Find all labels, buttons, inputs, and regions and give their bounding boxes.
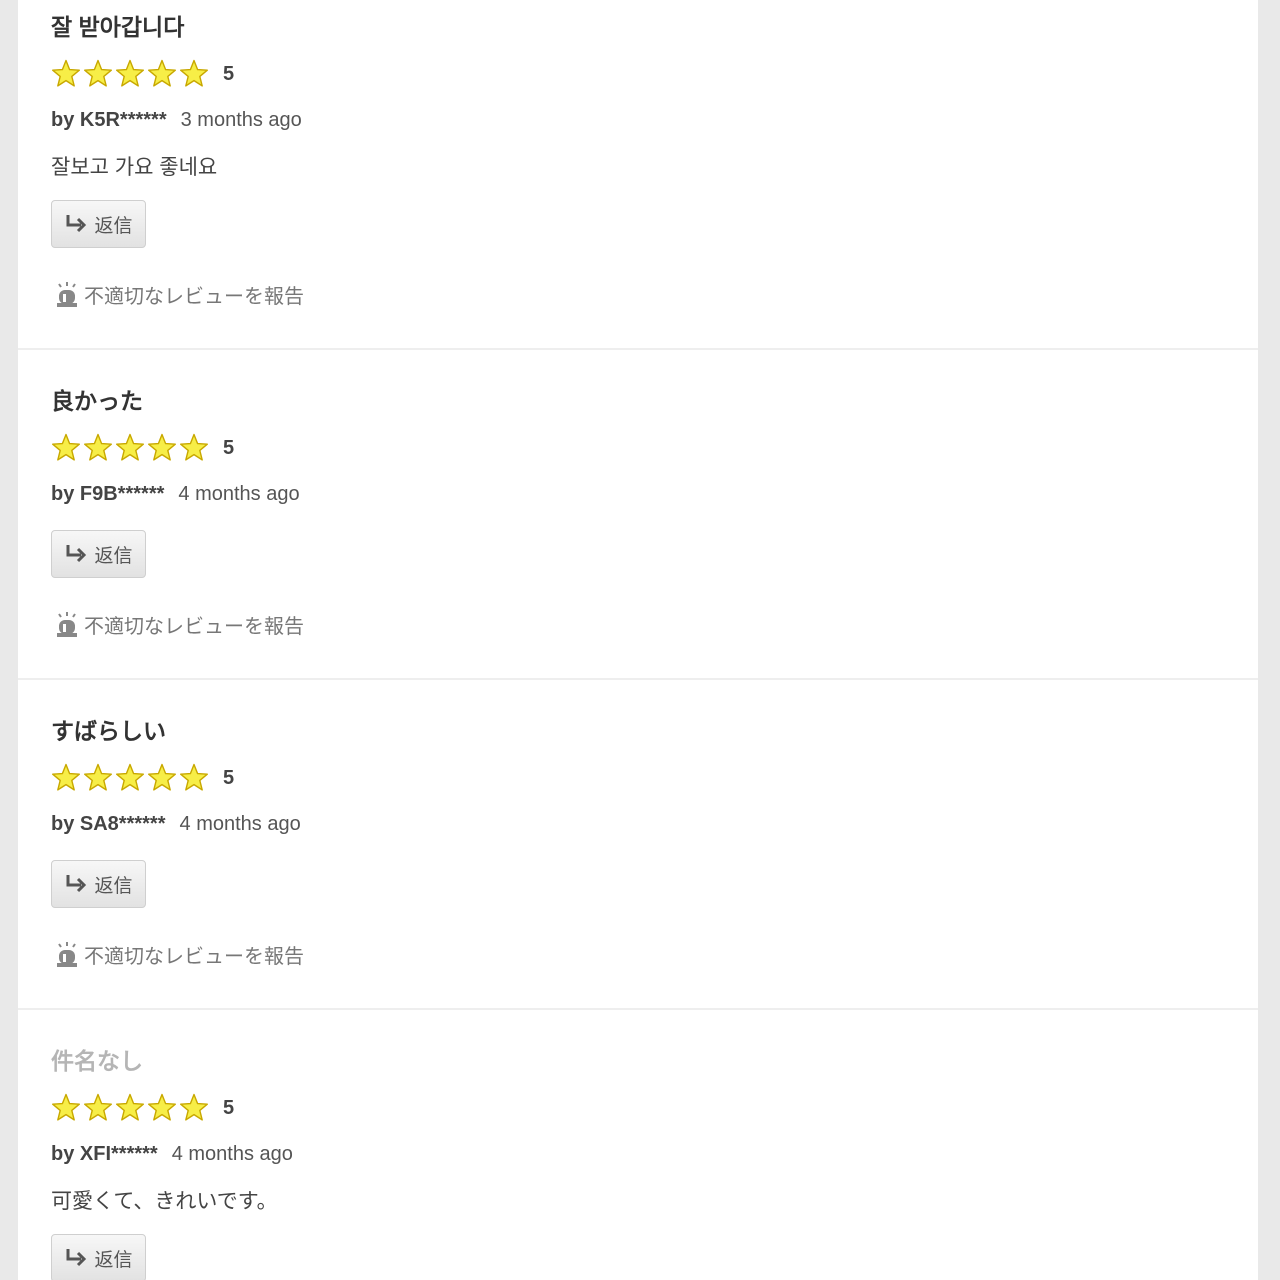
star-icon	[115, 433, 145, 463]
star-icon	[147, 433, 177, 463]
review-title: 件名なし	[51, 1048, 143, 1074]
report-label: 不適切なレビューを報告	[84, 286, 304, 308]
review-meta: by SA8****** 4 months ago	[51, 813, 301, 836]
star-icon	[83, 763, 113, 793]
reply-arrow-icon	[66, 875, 87, 893]
review-author: by F9B******	[51, 483, 165, 505]
report-link[interactable]: 不適切なレビューを報告	[56, 280, 304, 309]
star-icon	[179, 763, 209, 793]
star-icon	[83, 1093, 113, 1123]
report-label: 不適切なレビューを報告	[84, 946, 304, 968]
review-date: 4 months ago	[171, 1143, 293, 1165]
rating-value: 5	[223, 1096, 235, 1119]
siren-icon	[57, 941, 77, 967]
review-title: すばらしい	[51, 718, 166, 744]
star-icon	[147, 763, 177, 793]
rating-value: 5	[223, 62, 235, 85]
star-icon	[147, 1093, 177, 1123]
star-icon	[115, 763, 145, 793]
reply-button[interactable]: 返信	[51, 1234, 146, 1280]
rating-value: 5	[223, 436, 235, 459]
star-icon	[179, 1093, 209, 1123]
review-date: 4 months ago	[178, 483, 300, 505]
reply-label: 返信	[94, 875, 133, 897]
star-rating: 5	[51, 762, 234, 794]
reply-arrow-icon	[66, 215, 87, 233]
star-icon	[179, 59, 209, 89]
review-title: 잘 받아갑니다	[51, 14, 185, 40]
reviews-page: 잘 받아갑니다 5 by K5R****** 3 months ago 잘보고 가…	[18, 0, 1258, 1280]
rating-value: 5	[223, 766, 235, 789]
star-icon	[83, 433, 113, 463]
star-icon	[115, 59, 145, 89]
star-rating: 5	[51, 58, 234, 90]
review-card: 良かった 5 by F9B****** 4 months ago 返信 不適切なレ…	[18, 350, 1258, 680]
reply-arrow-icon	[66, 545, 87, 563]
siren-icon	[57, 611, 77, 637]
star-icon	[51, 1093, 81, 1123]
review-meta: by F9B****** 4 months ago	[51, 483, 300, 506]
review-author: by XFI******	[51, 1143, 158, 1165]
reply-label: 返信	[94, 1249, 133, 1271]
review-author: by K5R******	[51, 109, 167, 131]
review-card: 잘 받아갑니다 5 by K5R****** 3 months ago 잘보고 가…	[18, 0, 1258, 350]
siren-icon	[57, 281, 77, 307]
reply-label: 返信	[94, 215, 133, 237]
review-meta: by XFI****** 4 months ago	[51, 1143, 293, 1166]
reply-button[interactable]: 返信	[51, 860, 146, 908]
review-date: 4 months ago	[179, 813, 301, 835]
review-title: 良かった	[51, 388, 143, 414]
review-card: すばらしい 5 by SA8****** 4 months ago 返信 不適切な…	[18, 680, 1258, 1010]
star-icon	[115, 1093, 145, 1123]
review-date: 3 months ago	[180, 109, 302, 131]
review-author: by SA8******	[51, 813, 166, 835]
star-icon	[51, 763, 81, 793]
report-link[interactable]: 不適切なレビューを報告	[56, 940, 304, 969]
star-icon	[179, 433, 209, 463]
reply-button[interactable]: 返信	[51, 530, 146, 578]
reply-arrow-icon	[66, 1249, 87, 1267]
star-icon	[83, 59, 113, 89]
star-rating: 5	[51, 1092, 234, 1124]
reply-button[interactable]: 返信	[51, 200, 146, 248]
report-label: 不適切なレビューを報告	[84, 616, 304, 638]
star-icon	[51, 59, 81, 89]
review-body: 可愛くて、きれいです。	[51, 1190, 278, 1213]
review-meta: by K5R****** 3 months ago	[51, 109, 302, 132]
report-link[interactable]: 不適切なレビューを報告	[56, 610, 304, 639]
review-body: 잘보고 가요 좋네요	[51, 156, 218, 179]
reply-label: 返信	[94, 545, 133, 567]
star-rating: 5	[51, 432, 234, 464]
star-icon	[51, 433, 81, 463]
star-icon	[147, 59, 177, 89]
review-card: 件名なし 5 by XFI****** 4 months ago 可愛くて、きれい…	[18, 1010, 1258, 1280]
